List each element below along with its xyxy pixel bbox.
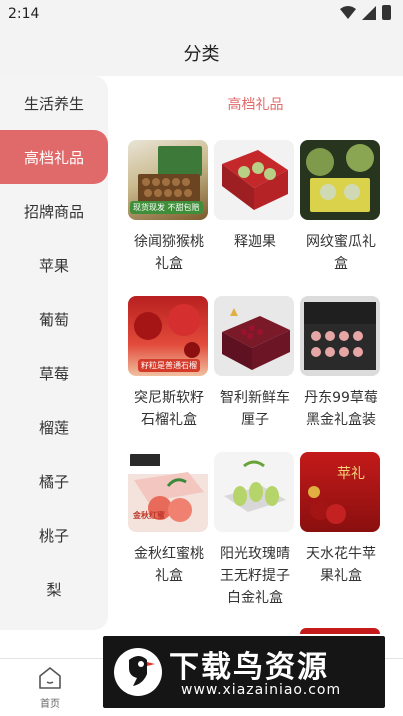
status-time: 2:14 <box>8 6 40 22</box>
page-title: 分类 <box>183 44 220 65</box>
product-image: 苹礼 <box>300 452 380 532</box>
sidebar-item-taozi[interactable]: 桃子 <box>0 508 108 562</box>
sidebar-item-liulian[interactable]: 榴莲 <box>0 400 108 454</box>
product-grid-panel: 高档礼品 现货现发 不甜包赔 徐闻猕猴桃礼盒 释迦果 网纹蜜瓜礼盒 籽粒是普通石… <box>108 76 403 658</box>
section-title: 高档礼品 <box>227 97 284 113</box>
product-name: 阳光玫瑰晴王无籽提子白金礼盒 <box>220 546 290 606</box>
bird-logo-icon <box>114 648 162 696</box>
watermark-title: 下载鸟资源 <box>169 650 329 685</box>
product-image-caption: 现货现发 不甜包赔 <box>130 201 203 214</box>
product-card[interactable]: 金秋红蜜 金秋红蜜桃礼盒 <box>128 452 210 587</box>
product-image <box>214 296 294 376</box>
product-card[interactable]: 籽粒是普通石榴 突尼斯软籽石榴礼盒 <box>128 296 210 431</box>
product-card[interactable]: 网纹蜜瓜礼盒 <box>300 140 382 275</box>
product-image: 现货现发 不甜包赔 <box>128 140 208 220</box>
sidebar-item-juzi[interactable]: 橘子 <box>0 454 108 508</box>
product-name: 突尼斯软籽石榴礼盒 <box>134 390 204 428</box>
product-name: 丹东99草莓黑金礼盒装 <box>304 390 378 428</box>
sidebar-item-li[interactable]: 梨 <box>0 562 108 616</box>
product-image-caption: 金秋红蜜 <box>133 511 165 520</box>
product-card[interactable]: 苹礼 天水花牛苹果礼盒 <box>300 452 382 587</box>
sidebar-item-putao[interactable]: 葡萄 <box>0 292 108 346</box>
product-card[interactable]: 阳光玫瑰晴王无籽提子白金礼盒 <box>214 452 296 609</box>
sidebar-item-caomei[interactable]: 草莓 <box>0 346 108 400</box>
sidebar-item-pingguo[interactable]: 苹果 <box>0 238 108 292</box>
home-icon <box>39 667 61 689</box>
battery-icon <box>382 5 391 20</box>
watermark-url: www.xiazainiao.com <box>181 682 342 698</box>
product-name: 智利新鲜车厘子 <box>220 390 290 428</box>
app-header: 分类 <box>0 28 403 76</box>
product-image-caption: 苹礼 <box>337 466 365 482</box>
product-name: 天水花牛苹果礼盒 <box>306 546 376 584</box>
product-image: 金秋红蜜 <box>128 452 208 532</box>
wifi-icon <box>340 5 356 19</box>
product-card[interactable]: 智利新鲜车厘子 <box>214 296 296 431</box>
product-card[interactable]: 现货现发 不甜包赔 徐闻猕猴桃礼盒 <box>128 140 210 275</box>
signal-icon <box>362 5 376 20</box>
product-image <box>214 452 294 532</box>
product-image: 籽粒是普通石榴 <box>128 296 208 376</box>
status-bar: 2:14 <box>0 0 403 28</box>
product-image-caption: 籽粒是普通石榴 <box>138 359 200 372</box>
sidebar-item-zhaopaishangpin[interactable]: 招牌商品 <box>0 184 108 238</box>
product-image <box>300 140 380 220</box>
product-card[interactable]: 丹东99草莓黑金礼盒装 <box>300 296 382 431</box>
product-name: 金秋红蜜桃礼盒 <box>134 546 204 584</box>
nav-label-home: 首页 <box>40 699 60 710</box>
product-name: 徐闻猕猴桃礼盒 <box>134 234 204 272</box>
product-image <box>214 140 294 220</box>
category-sidebar: 生活养生 高档礼品 招牌商品 苹果 葡萄 草莓 榴莲 橘子 桃子 梨 <box>0 76 108 630</box>
sidebar-item-gaodanglipin[interactable]: 高档礼品 <box>0 130 108 184</box>
watermark-banner: 下载鸟资源 www.xiazainiao.com <box>103 636 385 708</box>
product-card[interactable]: 释迦果 <box>214 140 296 253</box>
product-image <box>300 296 380 376</box>
product-name: 网纹蜜瓜礼盒 <box>306 234 376 272</box>
nav-tab-home[interactable]: 首页 <box>10 665 90 710</box>
sidebar-item-shenghuoyangsheng[interactable]: 生活养生 <box>0 76 108 130</box>
product-image-partial <box>300 628 380 634</box>
status-icons <box>340 5 391 20</box>
product-name: 释迦果 <box>234 234 276 250</box>
